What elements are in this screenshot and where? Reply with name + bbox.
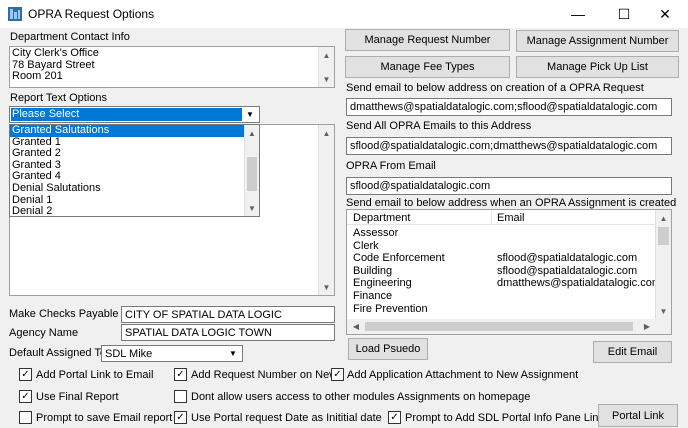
department-cell: Clerk [353,239,379,252]
portal-link-button[interactable]: Portal Link [598,404,678,427]
contact-line-3: Room 201 [12,70,63,82]
table-row[interactable]: Engineering dmatthews@spatialdatalogic.co… [347,277,656,290]
contact-info-textarea[interactable]: City Clerk's Office 78 Bayard Street Roo… [9,46,335,88]
add-app-attachment-checkbox[interactable]: ✓ [331,368,344,381]
scroll-down-icon[interactable]: ▼ [656,303,671,319]
app-icon [7,6,23,22]
manage-assignment-number-button[interactable]: Manage Assignment Number [516,30,679,52]
default-assigned-value: SDL Mike [105,348,153,360]
scroll-down-icon[interactable]: ▼ [319,279,334,295]
grid-vertical-scrollbar[interactable]: ▲ ▼ [655,210,671,319]
email-cell: sflood@spatialdatalogic.com [497,252,638,265]
use-portal-date-label: Use Portal request Date as Inititial dat… [191,412,382,424]
scroll-up-icon[interactable]: ▲ [319,125,334,141]
prompt-save-email-checkbox[interactable] [19,411,32,424]
scroll-down-icon[interactable]: ▼ [319,71,334,87]
scroll-up-icon[interactable]: ▲ [245,125,259,141]
assignment-email-label: Send email to below address when an OPRA… [346,197,677,209]
list-item[interactable]: Denial Salutations [10,182,245,195]
department-cell: Assessor [353,227,399,239]
table-row[interactable]: Code Enforcement sflood@spatialdatalogic.… [347,252,656,265]
window-title: OPRA Request Options [28,7,155,21]
manage-pick-up-list-button[interactable]: Manage Pick Up List [516,56,679,78]
grid-header-department[interactable]: Department [353,212,410,224]
from-email-label: OPRA From Email [346,160,436,172]
list-item[interactable]: Granted Salutations [10,124,245,137]
load-psuedo-button[interactable]: Load Psuedo [348,338,428,360]
table-row[interactable]: Fire Prevention [347,303,656,316]
manage-request-number-button[interactable]: Manage Request Number [345,29,510,51]
scroll-up-icon[interactable]: ▲ [319,47,334,63]
use-final-report-label: Use Final Report [36,391,119,403]
prompt-sdl-portal-checkbox[interactable]: ✓ [388,411,401,424]
scroll-right-icon[interactable]: ▶ [640,319,654,334]
minimize-button[interactable]: — [555,0,601,28]
prompt-sdl-portal-label: Prompt to Add SDL Portal Info Pane Link [405,412,604,424]
department-cell: Fire Prevention [353,302,428,315]
scroll-thumb[interactable] [365,322,633,331]
list-item[interactable]: Denial 2 [10,206,245,218]
report-text-label: Report Text Options [10,92,108,104]
contact-line-1: City Clerk's Office [12,47,99,59]
from-email-input[interactable]: sflood@spatialdatalogic.com [346,177,672,195]
dont-allow-access-label: Dont allow users access to other modules… [191,391,531,403]
email-cell: dmatthews@spatialdatalogic.com [497,277,656,290]
prompt-save-email-label: Prompt to save Email report [36,412,173,424]
department-email-grid[interactable]: Department Email Assessor Clerk Code Enf… [346,209,672,335]
report-list-scrollbar[interactable]: ▲ ▼ [244,125,259,216]
agency-name-input[interactable]: SPATIAL DATA LOGIC TOWN [121,324,335,341]
chevron-down-icon[interactable]: ▼ [226,347,240,360]
table-row[interactable]: Clerk [347,240,656,253]
table-row[interactable]: Building sflood@spatialdatalogic.com [347,265,656,278]
add-app-attachment-label: Add Application Attachment to New Assign… [347,369,579,381]
manage-fee-types-button[interactable]: Manage Fee Types [345,56,510,78]
grid-header: Department Email [347,210,656,225]
edit-email-button[interactable]: Edit Email [593,341,672,363]
scroll-thumb[interactable] [658,227,669,245]
scroll-up-icon[interactable]: ▲ [656,210,671,226]
add-portal-link-label: Add Portal Link to Email [36,369,154,381]
grid-horizontal-scrollbar[interactable]: ◀ ▶ [347,319,671,334]
report-editor-scrollbar[interactable]: ▲ ▼ [318,125,334,295]
scroll-down-icon[interactable]: ▼ [245,200,259,216]
header-divider [491,210,492,225]
department-cell: Finance [353,289,393,302]
scroll-thumb[interactable] [247,157,257,191]
maximize-button[interactable]: ☐ [601,0,647,28]
department-cell: Code Enforcement [353,252,445,265]
scroll-left-icon[interactable]: ◀ [349,319,363,334]
creation-email-label: Send email to below address on creation … [346,82,644,94]
checks-payable-input[interactable]: CITY OF SPATIAL DATA LOGIC [121,306,335,323]
email-cell: sflood@spatialdatalogic.com [497,264,638,277]
table-row[interactable]: Assessor [347,227,656,240]
report-text-dropdown[interactable]: Please Select ▼ [9,106,260,123]
add-request-number-label: Add Request Number on New [191,369,338,381]
report-text-selected: Please Select [11,108,242,121]
checks-payable-label: Make Checks Payable to [9,308,131,320]
close-button[interactable]: ✕ [642,0,688,28]
default-assigned-dropdown[interactable]: SDL Mike ▼ [101,345,243,362]
department-cell: Building [353,264,393,277]
add-request-number-checkbox[interactable]: ✓ [174,368,187,381]
contact-scrollbar[interactable]: ▲ ▼ [318,47,334,87]
chevron-down-icon[interactable]: ▼ [243,108,257,121]
all-emails-label: Send All OPRA Emails to this Address [346,120,532,132]
default-assigned-label: Default Assigned To [9,347,107,359]
report-text-list[interactable]: Granted Salutations Granted 1 Granted 2 … [9,124,260,217]
department-cell: Engineering [353,277,412,290]
table-row[interactable]: Finance [347,290,656,303]
add-portal-link-checkbox[interactable]: ✓ [19,368,32,381]
dont-allow-access-checkbox[interactable] [174,390,187,403]
creation-email-input[interactable]: dmatthews@spatialdatalogic.com;sflood@sp… [346,98,672,116]
grid-header-email[interactable]: Email [497,212,525,224]
agency-name-label: Agency Name [9,327,79,339]
all-emails-input[interactable]: sflood@spatialdatalogic.com;dmatthews@sp… [346,137,672,155]
use-portal-date-checkbox[interactable]: ✓ [174,411,187,424]
use-final-report-checkbox[interactable]: ✓ [19,390,32,403]
contact-info-label: Department Contact Info [10,31,130,43]
